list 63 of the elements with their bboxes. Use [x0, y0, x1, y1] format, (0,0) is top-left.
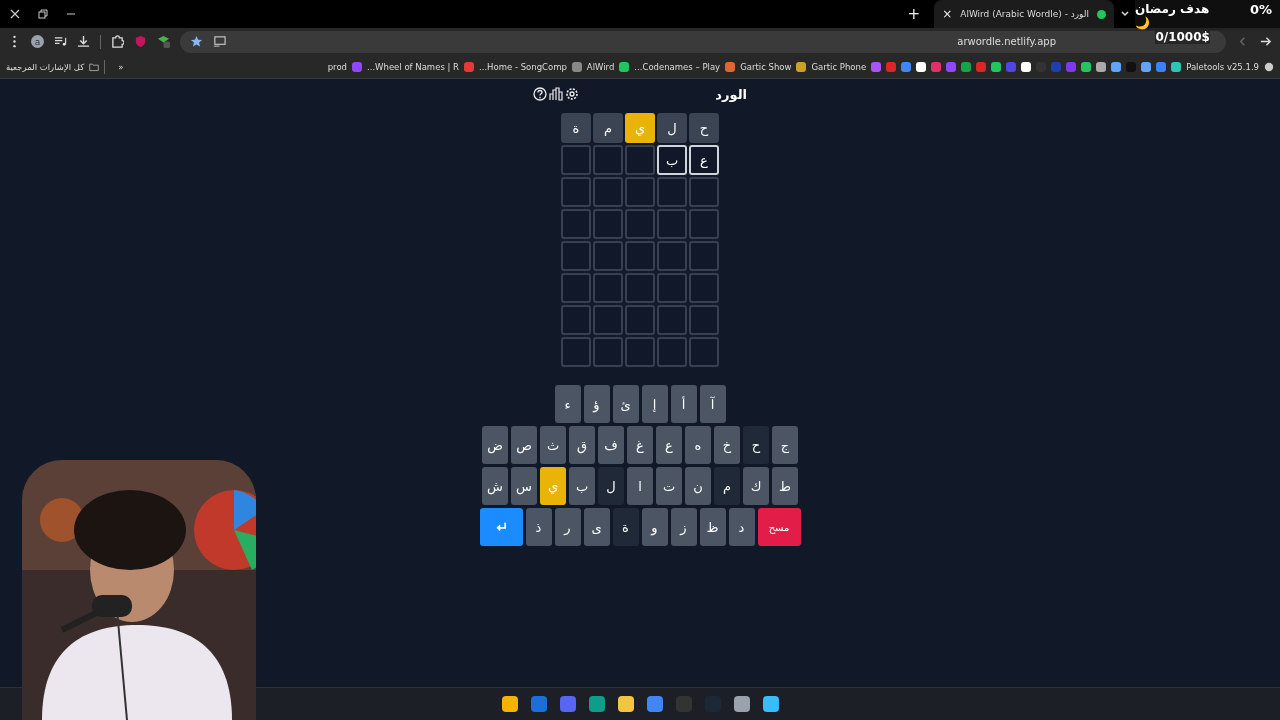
letter-tile: ل: [657, 113, 687, 143]
tab-title: AlWird (Arabic Wordle) - الورد: [960, 9, 1089, 19]
bookmark-item[interactable]: Gartic Phone: [811, 61, 867, 72]
letter-key[interactable]: ق: [569, 426, 595, 464]
goal-amount: 0/1000$: [1155, 30, 1210, 44]
letter-key[interactable]: ض: [482, 426, 508, 464]
more-bookmarks-button[interactable]: «: [110, 61, 132, 72]
letter-key[interactable]: ف: [598, 426, 624, 464]
letter-key[interactable]: آ: [699, 385, 726, 423]
bookmark-item[interactable]: AlWird: [586, 61, 615, 72]
letter-key[interactable]: أ: [670, 385, 697, 423]
browser-tab[interactable]: × AlWird (Arabic Wordle) - الورد: [934, 0, 1114, 28]
letter-tile: ع: [689, 145, 719, 175]
goal-title: هدف رمضان 🌙: [1135, 2, 1210, 30]
letter-tile: ح: [689, 113, 719, 143]
letter-key[interactable]: و: [641, 508, 668, 546]
letter-key[interactable]: ب: [569, 467, 595, 505]
letter-key[interactable]: ئ: [612, 385, 639, 423]
profile-avatar[interactable]: a: [31, 35, 44, 48]
letter-key[interactable]: ى: [583, 508, 610, 546]
letter-tile: ة: [561, 113, 591, 143]
bookmark-item[interactable]: Gartic Show: [740, 61, 792, 72]
close-tab-button[interactable]: ×: [942, 7, 953, 21]
letter-key[interactable]: ذ: [525, 508, 552, 546]
letter-key[interactable]: م: [714, 467, 740, 505]
letter-key[interactable]: س: [511, 467, 537, 505]
letter-tile: ب: [657, 145, 687, 175]
letter-tile: م: [593, 113, 623, 143]
goal-percent: 0%: [1249, 2, 1272, 17]
url-text: arwordle.netlify.app: [957, 36, 1056, 47]
letter-key[interactable]: ه: [685, 426, 711, 464]
letter-key[interactable]: ع: [656, 426, 682, 464]
letter-key[interactable]: ط: [772, 467, 798, 505]
letter-key[interactable]: ش: [482, 467, 508, 505]
letter-key[interactable]: ك: [743, 467, 769, 505]
letter-key[interactable]: ء: [554, 385, 581, 423]
game-title: الورد: [715, 86, 747, 102]
letter-key[interactable]: ز: [670, 508, 697, 546]
letter-key[interactable]: ص: [511, 426, 537, 464]
bookmark-item[interactable]: prod: [327, 61, 347, 72]
bookmark-item[interactable]: Wheel of Names | R...: [367, 61, 459, 72]
letter-key[interactable]: ظ: [699, 508, 726, 546]
bookmark-item[interactable]: Home - SongComp...: [479, 61, 567, 72]
bookmark-item[interactable]: Paletools v25.1.9: [1186, 61, 1259, 72]
letter-key[interactable]: ل: [598, 467, 624, 505]
letter-key[interactable]: ت: [656, 467, 682, 505]
letter-tile: ي: [625, 113, 655, 143]
letter-key[interactable]: ن: [685, 467, 711, 505]
new-tab-button[interactable]: +: [899, 5, 929, 23]
letter-key[interactable]: ؤ: [583, 385, 610, 423]
letter-key[interactable]: ح: [743, 426, 769, 464]
letter-key[interactable]: ج: [772, 426, 798, 464]
letter-key[interactable]: ة: [612, 508, 639, 546]
letter-key[interactable]: خ: [714, 426, 740, 464]
letter-key[interactable]: د: [728, 508, 755, 546]
delete-key[interactable]: مسح: [757, 508, 801, 546]
letter-key[interactable]: ث: [540, 426, 566, 464]
bookmark-item[interactable]: Codenames – Play...: [634, 61, 721, 72]
letter-key[interactable]: ا: [627, 467, 653, 505]
bookmark-item[interactable]: كل الإشارات المرجعية: [6, 61, 85, 72]
letter-key[interactable]: إ: [641, 385, 668, 423]
letter-key[interactable]: غ: [627, 426, 653, 464]
letter-key[interactable]: ر: [554, 508, 581, 546]
